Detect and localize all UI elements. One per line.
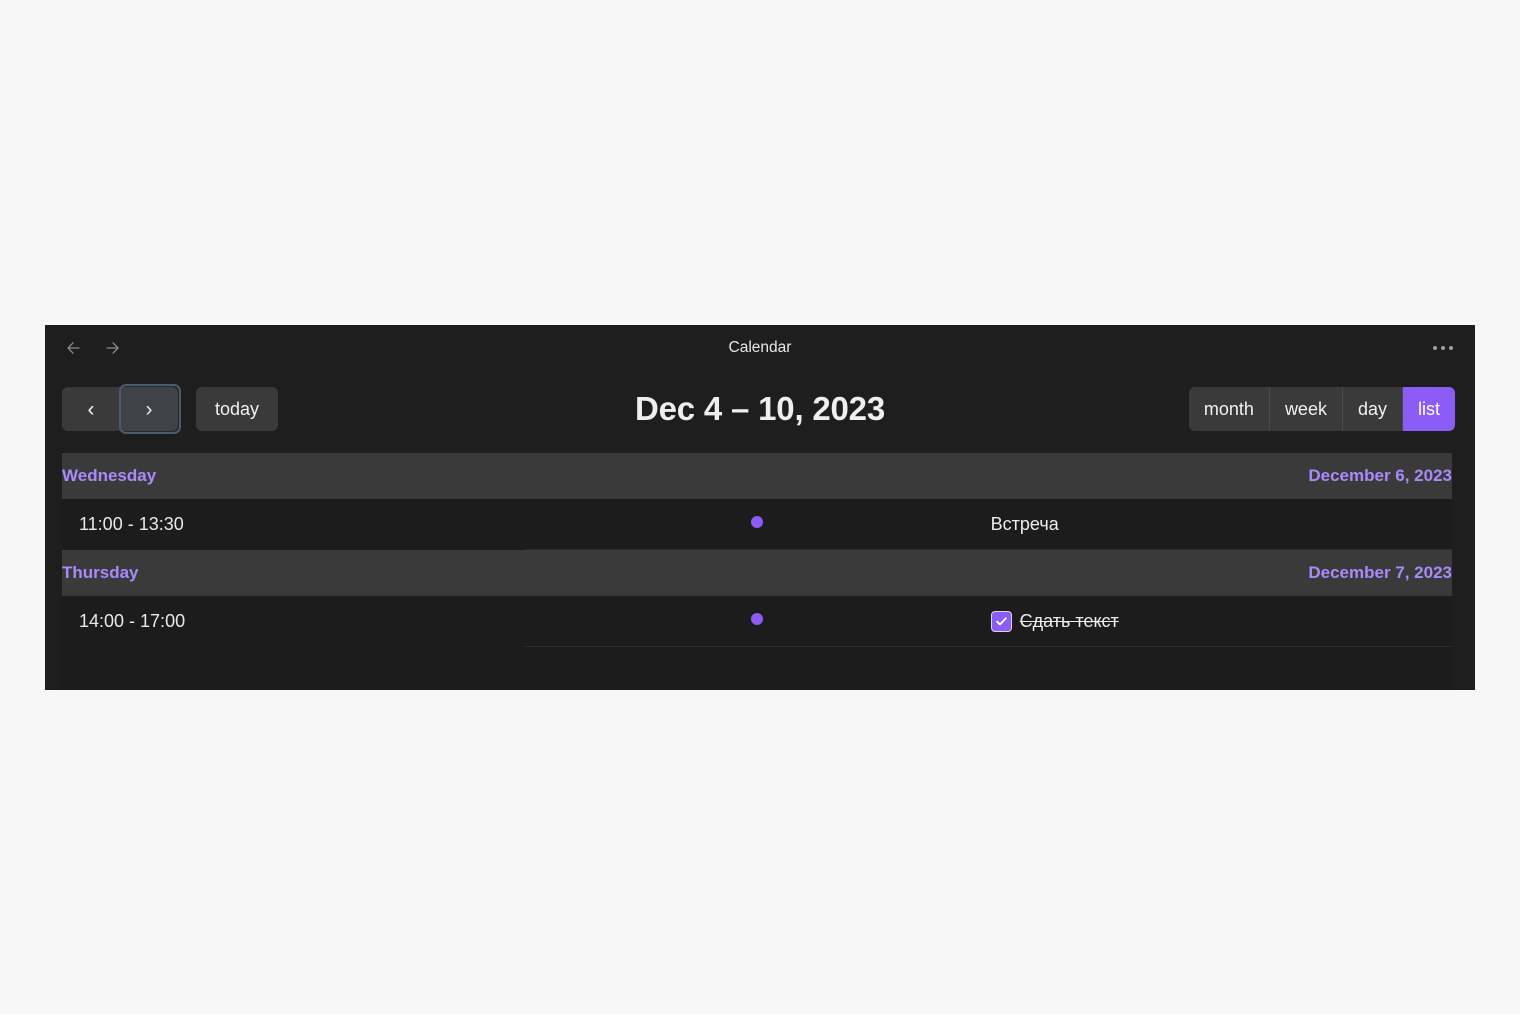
agenda-empty-row [62,646,1452,690]
event-dot-cell [525,596,989,647]
view-button-list[interactable]: list [1403,387,1455,431]
day-header-date: December 7, 2023 [988,549,1452,596]
event-title-cell: Сдать текст [988,596,1452,647]
more-horizontal-icon[interactable] [1433,325,1453,371]
spacer-cell [62,646,526,690]
spacer-cell [525,646,989,690]
window-titlebar: Calendar [45,325,1475,371]
day-header-row[interactable]: Wednesday December 6, 2023 [62,453,1452,499]
dot [1449,346,1453,350]
event-title: Сдать текст [1019,610,1119,631]
view-button-day[interactable]: day [1342,387,1403,431]
task-checkbox-checked[interactable] [990,610,1012,632]
event-row[interactable]: 14:00 - 17:00 Сдать текст [62,596,1452,647]
day-header-date: December 6, 2023 [988,453,1452,499]
window-title: Calendar [728,339,792,356]
spacer-cell [988,646,1452,690]
day-header-row[interactable]: Thursday December 7, 2023 [62,549,1452,596]
agenda-list: Wednesday December 6, 2023 11:00 - 13:30… [62,453,1452,690]
event-color-dot-icon [750,613,763,625]
dot [1433,346,1437,350]
agenda-table: Wednesday December 6, 2023 11:00 - 13:30… [62,453,1452,690]
event-color-dot-icon [750,516,763,528]
event-title-cell: Встреча [988,499,1452,550]
event-title-wrap: Сдать текст [990,610,1451,632]
event-time: 11:00 - 13:30 [62,499,526,550]
day-header-name: Thursday [62,549,989,596]
view-switcher: month week day list [1188,387,1455,431]
event-time: 14:00 - 17:00 [62,596,526,647]
screen: Calendar ‹ › today Dec 4 – 10, 2023 mont… [0,0,1520,1014]
calendar-app-window: Calendar ‹ › today Dec 4 – 10, 2023 mont… [45,325,1475,690]
event-row[interactable]: 11:00 - 13:30 Встреча [62,499,1452,550]
day-header-name: Wednesday [62,453,989,499]
event-dot-cell [525,499,989,550]
view-button-month[interactable]: month [1188,387,1270,431]
view-button-week[interactable]: week [1269,387,1343,431]
calendar-toolbar: ‹ › today Dec 4 – 10, 2023 month week da… [45,371,1475,453]
event-title-wrap: Встреча [991,514,1451,535]
event-title: Встреча [990,513,1059,534]
dot [1441,346,1445,350]
